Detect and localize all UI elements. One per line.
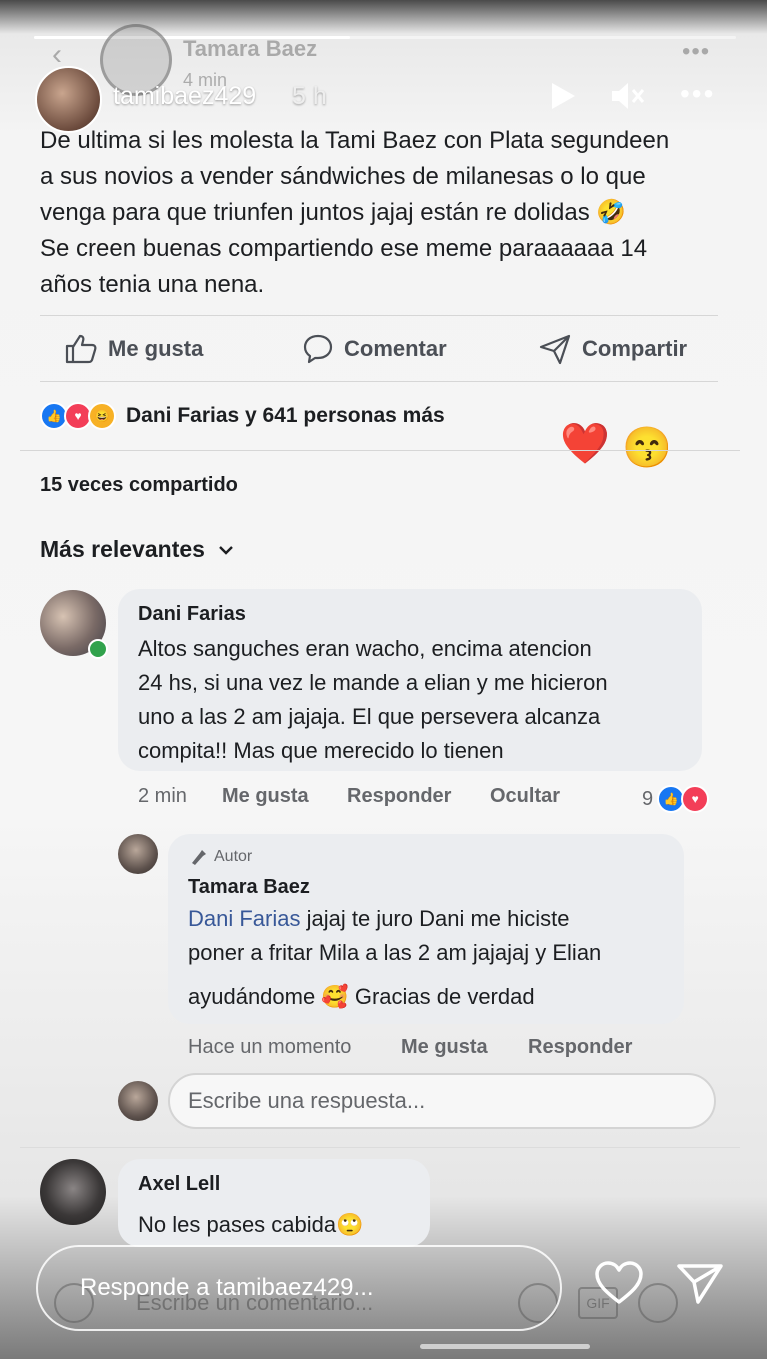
reply-text: Dani Farias jajaj te juro Dani me hicist… xyxy=(188,902,601,1014)
reply-time: Hace un momento xyxy=(188,1036,352,1058)
share-label: Compartir xyxy=(582,336,688,361)
thumbs-up-icon xyxy=(65,334,97,364)
chevron-down-icon xyxy=(219,545,233,555)
comment-sort-label: Más relevantes xyxy=(40,536,205,562)
play-icon[interactable] xyxy=(548,80,578,112)
online-status-dot xyxy=(88,639,108,659)
post-text-line: Se creen buenas compartiendo ese meme pa… xyxy=(40,235,648,262)
divider xyxy=(20,450,740,451)
send-icon[interactable] xyxy=(676,1262,724,1306)
reply-input-placeholder: Escribe una respuesta... xyxy=(188,1088,426,1113)
post-text-line: años tenia una nena. xyxy=(40,271,265,298)
comment-text-line: 24 hs, si una vez le mande a elian y me … xyxy=(138,670,608,695)
shares-count[interactable]: 15 veces compartido xyxy=(40,474,238,497)
post-more-icon: ••• xyxy=(682,38,711,65)
story-viewer: Tamara Baez 4 min ‹ ••• tamibaez429 5 h … xyxy=(0,0,767,1359)
mention-link[interactable]: Dani Farias xyxy=(188,906,300,931)
comment-time: 2 min xyxy=(138,785,187,807)
comment-text-line: Altos sanguches eran wacho, encima atenc… xyxy=(138,636,592,661)
comment-icon xyxy=(303,334,333,364)
commenter-avatar[interactable] xyxy=(40,1159,106,1225)
story-reply-placeholder: Responde a tamibaez429... xyxy=(80,1274,374,1301)
reactions-summary-text: Dani Farias y 641 personas más xyxy=(126,404,445,427)
author-badge: Autor xyxy=(188,848,252,866)
divider xyxy=(40,315,718,316)
current-user-avatar xyxy=(118,1081,158,1121)
like-label: Me gusta xyxy=(108,336,204,361)
haha-reaction-icon: 😆 xyxy=(88,402,116,430)
reactions-summary[interactable]: 👍 ♥ 😆 Dani Farias y 641 personas más xyxy=(40,402,445,430)
post-text: De ultima si les molesta la Tami Baez co… xyxy=(40,123,730,303)
comment-reactions[interactable]: 9 👍 ♥ xyxy=(642,785,710,813)
story-time: 5 h xyxy=(292,82,327,110)
comment-hide-link[interactable]: Ocultar xyxy=(490,785,560,808)
like-button[interactable]: Me gusta xyxy=(64,333,203,365)
comment-reply-link[interactable]: Responder xyxy=(347,785,451,808)
comment-reaction-count: 9 xyxy=(642,787,654,810)
comment-sort-dropdown[interactable]: Más relevantes xyxy=(40,536,235,563)
post-text-line: a sus novios a vender sándwiches de mila… xyxy=(40,163,646,190)
comment-text-line: compita!! Mas que merecido lo tienen xyxy=(138,738,504,763)
reply-text-line1: jajaj te juro Dani me hiciste xyxy=(300,906,570,931)
comment-text-line: uno a las 2 am jajaja. El que persevera … xyxy=(138,704,601,729)
reply-text-line3: ayudándome 🥰 Gracias de verdad xyxy=(188,984,535,1009)
comment-button[interactable]: Comentar xyxy=(302,333,447,365)
divider xyxy=(20,1147,740,1148)
love-reaction-icon: ♥ xyxy=(681,785,710,813)
comment-author[interactable]: Axel Lell xyxy=(138,1173,220,1196)
comment-author[interactable]: Dani Farias xyxy=(138,603,246,626)
share-button[interactable]: Compartir xyxy=(538,333,687,365)
reply-author-name[interactable]: Tamara Baez xyxy=(188,876,310,899)
reply-like-link[interactable]: Me gusta xyxy=(401,1036,488,1059)
story-reply-input[interactable]: Responde a tamibaez429... xyxy=(36,1245,562,1331)
microphone-icon xyxy=(192,850,206,865)
post-text-line: venga para que triunfen juntos jajaj est… xyxy=(40,199,627,226)
reply-reply-link[interactable]: Responder xyxy=(528,1036,632,1059)
share-icon xyxy=(539,334,571,365)
reply-author-avatar[interactable] xyxy=(118,834,158,874)
kiss-emoji-sticker[interactable]: 😙 xyxy=(622,424,672,471)
comment-label: Comentar xyxy=(344,336,447,361)
divider xyxy=(40,381,718,382)
reply-text-line2: poner a fritar Mila a las 2 am jajajaj y… xyxy=(188,940,602,965)
story-more-icon[interactable]: ••• xyxy=(680,78,715,110)
heart-sticker[interactable]: ❤️ xyxy=(560,420,610,467)
post-text-line: De ultima si les molesta la Tami Baez co… xyxy=(40,127,670,154)
post-author-name: Tamara Baez xyxy=(183,36,318,61)
story-username[interactable]: tamibaez429 xyxy=(113,82,256,111)
mute-icon[interactable] xyxy=(610,80,646,112)
comment-text: No les pases cabida🙄 xyxy=(138,1212,364,1237)
author-badge-label: Autor xyxy=(214,848,253,865)
heart-icon[interactable] xyxy=(594,1260,644,1306)
comment-text: Altos sanguches eran wacho, encima atenc… xyxy=(138,632,608,768)
reply-text-line: Dani Farias jajaj te juro Dani me hicist… xyxy=(188,902,601,936)
home-indicator xyxy=(420,1344,590,1349)
comment-like-link[interactable]: Me gusta xyxy=(222,785,309,808)
reply-input[interactable]: Escribe una respuesta... xyxy=(168,1073,716,1129)
emoji-icon-ghost xyxy=(638,1283,678,1323)
